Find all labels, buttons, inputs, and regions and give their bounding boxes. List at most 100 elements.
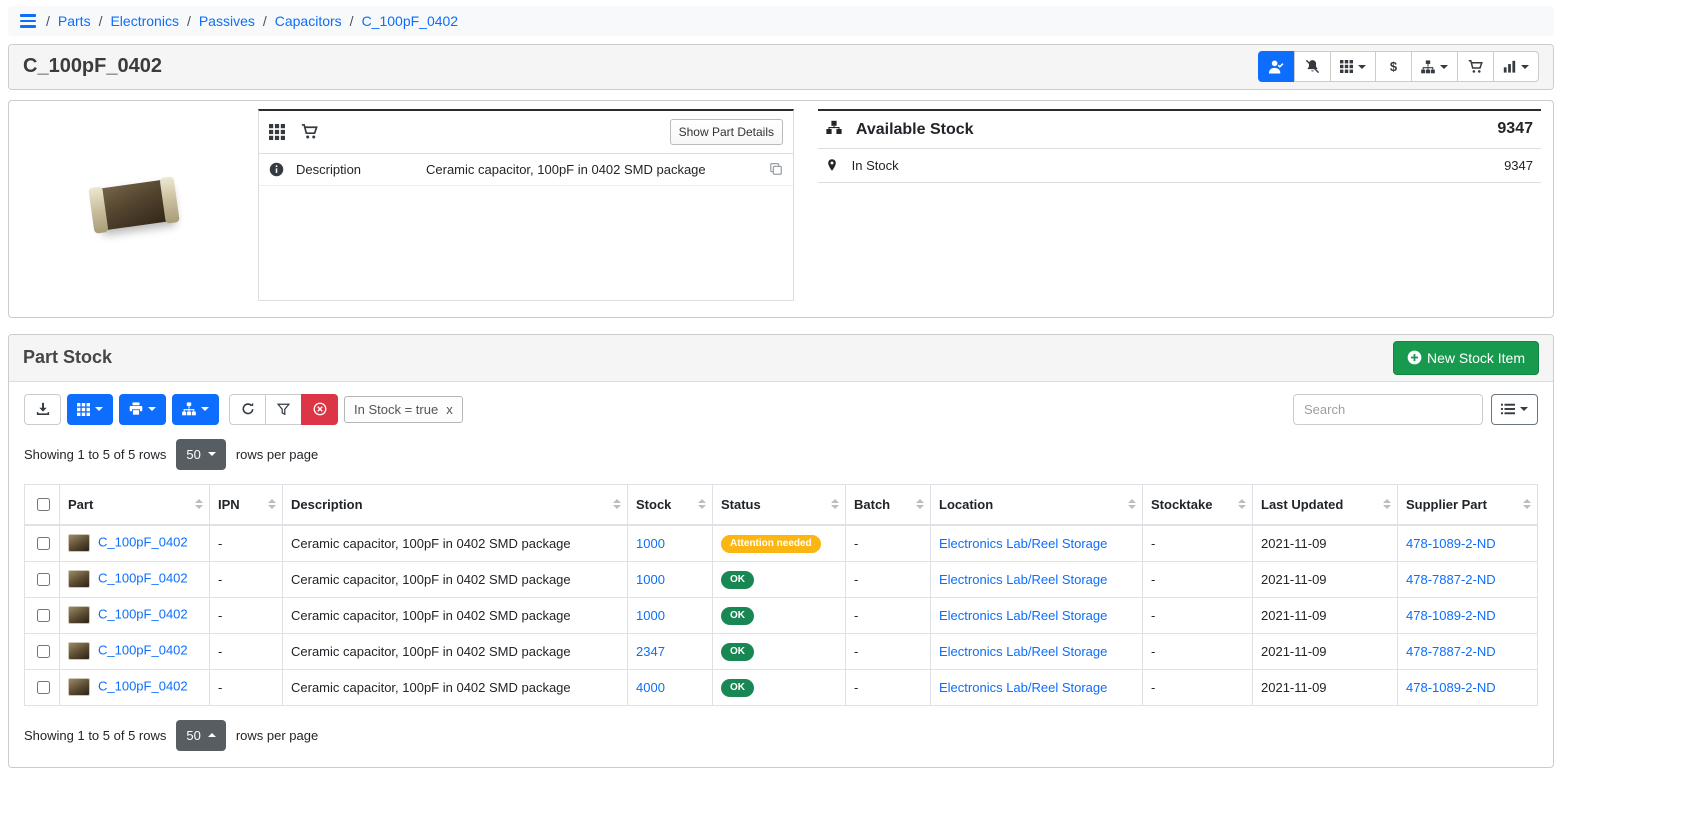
cart-icon[interactable]: [301, 123, 318, 140]
select-all-checkbox[interactable]: [37, 498, 50, 511]
barcode-actions-dropdown[interactable]: [67, 394, 113, 425]
last-updated-cell: 2021-11-09: [1253, 525, 1398, 562]
breadcrumb-separator: /: [187, 13, 191, 29]
batch-cell: -: [846, 597, 931, 633]
supplier-part-link[interactable]: 478-1089-2-ND: [1406, 680, 1496, 695]
part-link[interactable]: C_100pF_0402: [98, 606, 188, 621]
table-view-dropdown[interactable]: [1491, 394, 1538, 425]
row-checkbox[interactable]: [37, 573, 50, 586]
stock-link[interactable]: 4000: [636, 680, 665, 695]
notifications-off-button[interactable]: [1294, 51, 1331, 82]
stock-actions-dropdown[interactable]: [172, 394, 219, 425]
supplier-part-link[interactable]: 478-1089-2-ND: [1406, 536, 1496, 551]
row-checkbox[interactable]: [37, 609, 50, 622]
row-checkbox[interactable]: [37, 537, 50, 550]
breadcrumb-link-capacitors[interactable]: Capacitors: [275, 13, 342, 29]
sort-icon: [268, 499, 276, 509]
stock-link[interactable]: 1000: [636, 608, 665, 623]
column-header-supplier-part[interactable]: Supplier Part: [1398, 484, 1538, 525]
sort-icon: [916, 499, 924, 509]
ipn-cell: -: [210, 597, 283, 633]
part-link[interactable]: C_100pF_0402: [98, 642, 188, 657]
column-header-stocktake[interactable]: Stocktake: [1143, 484, 1253, 525]
pricing-button[interactable]: $: [1375, 51, 1412, 82]
menu-icon[interactable]: [18, 12, 38, 30]
dollar-icon: $: [1390, 59, 1397, 74]
subscribe-button[interactable]: [1258, 51, 1295, 82]
page-size-dropdown[interactable]: 50: [176, 439, 225, 470]
supplier-part-link[interactable]: 478-1089-2-ND: [1406, 608, 1496, 623]
showing-rows-text: Showing 1 to 5 of 5 rows: [24, 447, 166, 462]
stock-table: Part IPN Description Stock Status Batch …: [24, 484, 1538, 706]
part-image[interactable]: [21, 109, 246, 301]
stock-link[interactable]: 1000: [636, 536, 665, 551]
clear-filters-button[interactable]: [301, 394, 338, 425]
location-link[interactable]: Electronics Lab/Reel Storage: [939, 536, 1107, 551]
showing-rows-text: Showing 1 to 5 of 5 rows: [24, 728, 166, 743]
breadcrumb-link-passives[interactable]: Passives: [199, 13, 255, 29]
column-header-last-updated[interactable]: Last Updated: [1253, 484, 1398, 525]
column-header-location[interactable]: Location: [931, 484, 1143, 525]
order-button[interactable]: [1457, 51, 1494, 82]
column-header-stock[interactable]: Stock: [628, 484, 713, 525]
page-size-dropdown[interactable]: 50: [176, 720, 225, 751]
part-thumbnail: [68, 678, 90, 696]
breadcrumb-separator: /: [263, 13, 267, 29]
column-header-part[interactable]: Part: [60, 484, 210, 525]
column-header-status[interactable]: Status: [713, 484, 846, 525]
filter-tag-remove[interactable]: x: [446, 402, 453, 417]
part-thumbnail: [68, 642, 90, 660]
location-link[interactable]: Electronics Lab/Reel Storage: [939, 644, 1107, 659]
last-updated-cell: 2021-11-09: [1253, 561, 1398, 597]
breadcrumb-link-current-part[interactable]: C_100pF_0402: [362, 13, 459, 29]
part-link[interactable]: C_100pF_0402: [98, 678, 188, 693]
last-updated-cell: 2021-11-09: [1253, 597, 1398, 633]
column-header-batch[interactable]: Batch: [846, 484, 931, 525]
supplier-part-link[interactable]: 478-7887-2-ND: [1406, 644, 1496, 659]
breadcrumb-link-parts[interactable]: Parts: [58, 13, 91, 29]
ipn-cell: -: [210, 633, 283, 669]
part-link[interactable]: C_100pF_0402: [98, 534, 188, 549]
stock-link[interactable]: 2347: [636, 644, 665, 659]
grid-icon[interactable]: [269, 124, 285, 140]
location-link[interactable]: Electronics Lab/Reel Storage: [939, 608, 1107, 623]
column-header-ipn[interactable]: IPN: [210, 484, 283, 525]
copy-icon[interactable]: [769, 162, 783, 176]
status-badge: OK: [721, 571, 754, 589]
search-input[interactable]: [1293, 394, 1483, 425]
sell-actions-button[interactable]: [1493, 51, 1539, 82]
location-link[interactable]: Electronics Lab/Reel Storage: [939, 572, 1107, 587]
batch-cell: -: [846, 669, 931, 705]
chevron-down-icon: [201, 407, 209, 411]
boxes-icon: [826, 120, 842, 136]
part-link[interactable]: C_100pF_0402: [98, 570, 188, 585]
new-stock-item-button[interactable]: New Stock Item: [1393, 341, 1539, 375]
column-header-description[interactable]: Description: [283, 484, 628, 525]
print-actions-dropdown[interactable]: [119, 394, 166, 425]
status-badge: OK: [721, 607, 754, 625]
cart-icon: [1468, 59, 1483, 74]
chevron-down-icon: [208, 452, 216, 456]
last-updated-cell: 2021-11-09: [1253, 669, 1398, 705]
row-checkbox[interactable]: [37, 681, 50, 694]
description-row: Description Ceramic capacitor, 100pF in …: [259, 154, 793, 186]
location-link[interactable]: Electronics Lab/Reel Storage: [939, 680, 1107, 695]
stock-link[interactable]: 1000: [636, 572, 665, 587]
available-stock-header: Available Stock 9347: [818, 110, 1541, 149]
show-part-details-button[interactable]: Show Part Details: [670, 119, 783, 145]
row-checkbox[interactable]: [37, 645, 50, 658]
select-all-header: [25, 484, 60, 525]
grid-icon: [1340, 60, 1353, 73]
stock-actions-button[interactable]: [1411, 51, 1458, 82]
barcode-actions-button[interactable]: [1330, 51, 1376, 82]
breadcrumb-link-electronics[interactable]: Electronics: [110, 13, 178, 29]
ipn-cell: -: [210, 525, 283, 562]
supplier-part-link[interactable]: 478-7887-2-ND: [1406, 572, 1496, 587]
filter-button[interactable]: [265, 394, 302, 425]
refresh-icon: [241, 402, 255, 416]
refresh-button[interactable]: [229, 394, 266, 425]
description-cell: Ceramic capacitor, 100pF in 0402 SMD pac…: [283, 561, 628, 597]
capacitor-photo: [93, 178, 174, 230]
export-button[interactable]: [24, 394, 61, 425]
list-icon: [1501, 402, 1515, 416]
